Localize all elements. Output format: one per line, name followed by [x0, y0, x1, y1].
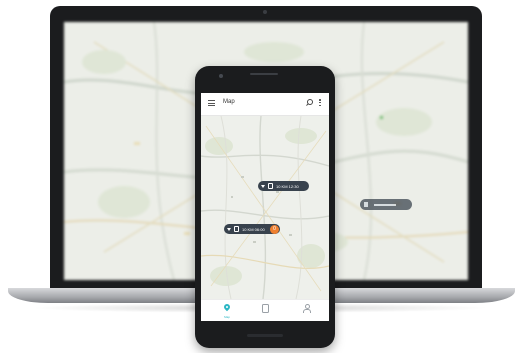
train-icon — [268, 183, 273, 189]
map-marker-1[interactable]: 10 KM 12:30 — [258, 181, 309, 191]
more-vert-icon[interactable] — [319, 99, 321, 107]
bottom-nav: Map — [201, 299, 329, 321]
map-pin-icon — [222, 302, 232, 312]
map-marker-2[interactable]: 10 KM 06:00 0 — [224, 224, 280, 234]
train-icon — [262, 304, 269, 313]
user-icon — [303, 304, 311, 313]
marker-label: 10 KM 12:30 — [276, 183, 299, 189]
laptop-camera — [263, 10, 267, 14]
map-graphic — [201, 116, 329, 299]
hamburger-menu-icon[interactable] — [208, 100, 215, 107]
app-bar-title: Map — [223, 99, 235, 105]
train-icon — [364, 202, 368, 207]
filter-icon — [261, 184, 265, 188]
marker-badge: 0 — [270, 224, 279, 234]
train-icon — [234, 226, 239, 232]
phone-map[interactable]: 10 KM 12:30 10 KM 06:00 0 — [201, 116, 329, 299]
nav-label-map: Map — [224, 315, 230, 319]
filter-icon — [227, 227, 231, 231]
search-icon[interactable] — [307, 99, 313, 105]
marker-label-placeholder — [374, 203, 396, 206]
app-bar: Map — [201, 93, 329, 116]
marker-label: 10 KM 06:00 — [242, 226, 265, 232]
nav-item-map[interactable]: Map — [215, 302, 239, 320]
nav-item-trains[interactable] — [253, 302, 277, 320]
phone-bottom-bezel — [247, 334, 283, 337]
phone-screen: Map 10 KM 12:30 10 KM 06:00 0 Map — [201, 93, 329, 321]
phone-speaker — [250, 73, 278, 75]
nav-item-profile[interactable] — [294, 302, 318, 320]
laptop-map-marker — [360, 199, 412, 210]
phone-camera — [219, 74, 223, 78]
